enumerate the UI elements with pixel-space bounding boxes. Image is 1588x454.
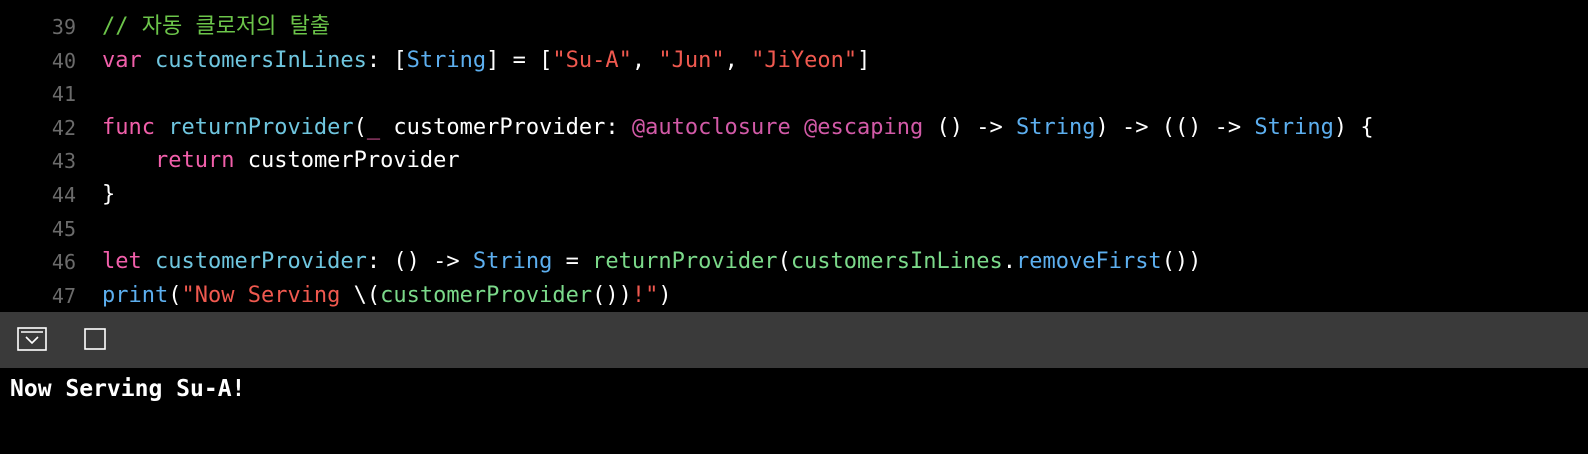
line-number: 39 [51, 15, 76, 39]
code-token: \( [353, 282, 381, 308]
code-token: removeFirst [1015, 249, 1162, 275]
code-token: print [102, 282, 169, 308]
code-token: let [102, 249, 142, 275]
code-line[interactable]: 42 func returnProvider(_ customerProvider… [0, 111, 1588, 145]
code-line[interactable]: 47 print("Now Serving \(customerProvider(… [0, 279, 1588, 313]
code-line[interactable]: 40 var customersInLines: [String] = ["Su-… [0, 44, 1588, 78]
code-token: "Jun" [658, 47, 725, 73]
hide-debug-area-button[interactable] [17, 326, 47, 352]
console-toggle-icon [84, 328, 106, 350]
code-token: ( [353, 114, 367, 140]
code-token: customersInLines [155, 47, 367, 73]
code-token: } [102, 182, 116, 207]
source-editor[interactable]: 39// 자동 클로저의 탈출 40 var customersInLines: [… [0, 0, 1588, 316]
code-token: returnProvider [168, 114, 354, 140]
code-token: return [154, 148, 235, 174]
console-toggle-button[interactable] [80, 326, 110, 352]
code-line[interactable]: 41 [0, 77, 1588, 111]
code-token: ( [777, 249, 791, 275]
hide-debug-area-icon [17, 327, 47, 351]
code-token: // 자동 클로저의 탈출 [102, 14, 331, 39]
code-token: . [1002, 249, 1016, 275]
code-token: returnProvider [592, 249, 778, 275]
code-text: var customersInLines: [String] = ["Su-A"… [102, 44, 870, 78]
code-token: _ [366, 114, 381, 140]
code-token: ()) [1161, 249, 1202, 275]
code-text: print("Now Serving \(customerProvider())… [102, 279, 672, 313]
code-token: : () -> [366, 249, 473, 275]
code-token: customerProvider: [380, 114, 632, 140]
code-token: customersInLines [790, 249, 1003, 275]
code-token: ) [658, 282, 672, 308]
line-number: 45 [51, 216, 76, 241]
code-line[interactable]: 39 // 자동 클로저의 탈출 [0, 10, 1588, 44]
code-token: String [1015, 114, 1096, 140]
console-output: Now Serving Su-A! [10, 376, 246, 402]
code-token: "Now Serving [181, 282, 354, 308]
code-token: String [406, 47, 487, 73]
code-text: } [102, 178, 115, 212]
code-token: , [724, 47, 752, 73]
code-token: @autoclosure [631, 114, 791, 140]
code-text: let customerProvider: () -> String = ret… [102, 245, 1201, 279]
code-token: @escaping [804, 114, 924, 140]
line-number: 41 [51, 82, 76, 107]
console-area[interactable]: Now Serving Su-A! [0, 368, 1588, 454]
line-number: 44 [51, 183, 76, 207]
code-token: func [102, 114, 155, 140]
debug-bar [0, 312, 1588, 368]
code-line[interactable]: 45 [0, 212, 1588, 246]
code-token: ()) [592, 282, 632, 308]
code-text: return customerProvider [102, 144, 460, 178]
code-token: customerProvider [155, 249, 367, 275]
code-token: String [1254, 114, 1334, 140]
code-token: , [631, 47, 659, 73]
line-number: 42 [51, 115, 76, 140]
line-number: 46 [51, 250, 76, 275]
code-line[interactable]: 43 return customerProvider [0, 144, 1588, 178]
code-token: var [102, 47, 142, 73]
code-token: ] = [ [486, 47, 553, 73]
code-line[interactable]: 46 let customerProvider: () -> String = r… [0, 245, 1588, 279]
code-token: "Su-A" [552, 47, 632, 73]
line-number: 40 [51, 48, 76, 73]
code-token: customerProvider [380, 282, 593, 308]
code-token: : [ [366, 47, 407, 73]
code-token: !" [631, 282, 659, 308]
code-token: customerProvider [234, 148, 460, 174]
code-token: String [472, 249, 553, 275]
code-text: // 자동 클로저의 탈출 [102, 10, 330, 44]
code-token: ) { [1333, 114, 1374, 140]
line-number: 47 [51, 283, 76, 308]
code-token: () -> [923, 114, 1016, 140]
line-number: 43 [51, 149, 76, 174]
code-token: ) -> (() -> [1095, 114, 1255, 140]
code-token: ( [168, 282, 182, 308]
code-token: "JiYeon" [751, 47, 858, 73]
code-line[interactable]: 44} [0, 178, 1588, 212]
code-token: = [552, 249, 593, 275]
code-token: ] [857, 47, 871, 73]
code-text: func returnProvider(_ customerProvider: … [102, 111, 1374, 145]
